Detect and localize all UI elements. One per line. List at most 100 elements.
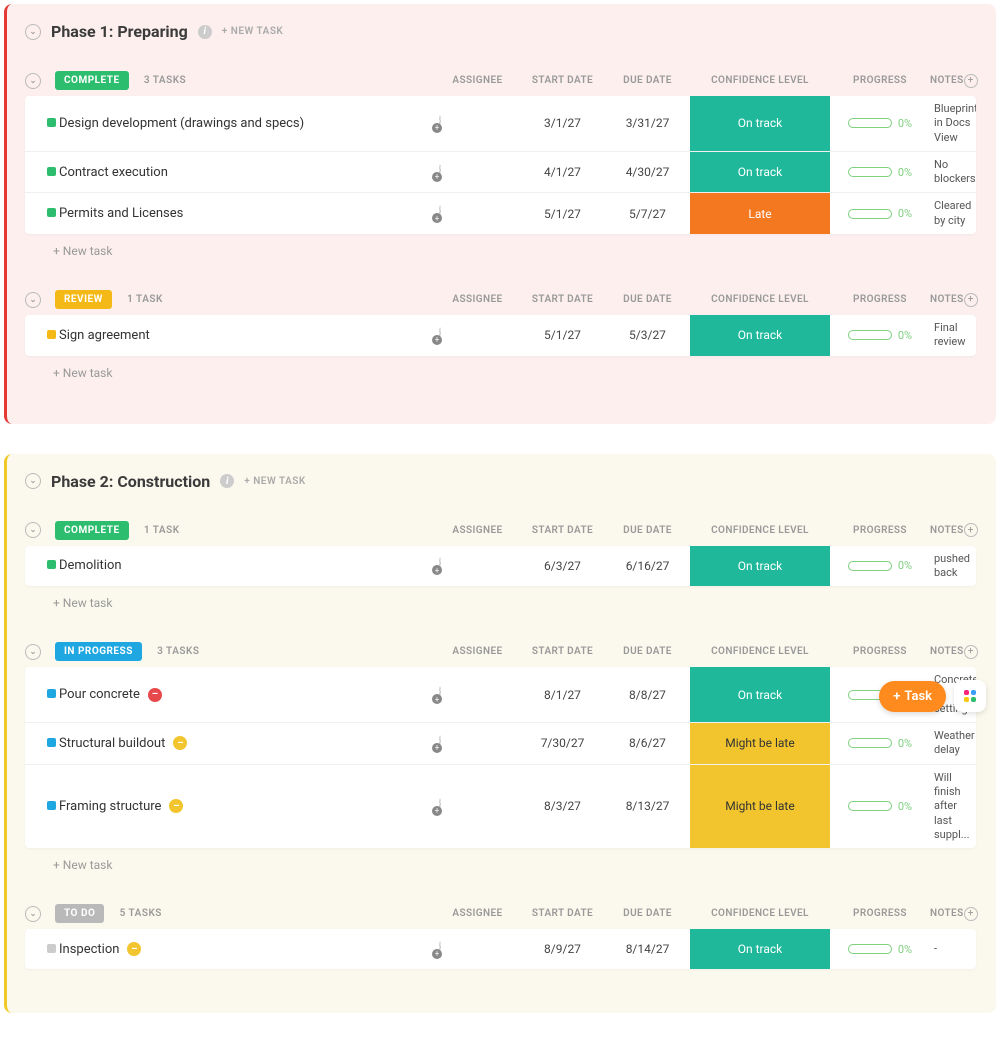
fab-apps-button[interactable] xyxy=(954,680,986,712)
status-badge[interactable]: IN PROGRESS xyxy=(55,642,142,661)
task-name[interactable]: Demolition xyxy=(55,552,435,579)
start-date[interactable]: 3/1/27 xyxy=(520,110,605,136)
task-name[interactable]: Pour concrete – xyxy=(55,681,435,708)
task-name[interactable]: Framing structure – xyxy=(55,793,435,820)
progress-cell[interactable]: 0% xyxy=(830,201,930,226)
start-date[interactable]: 8/1/27 xyxy=(520,682,605,708)
new-task-button[interactable]: + New task xyxy=(25,356,976,380)
new-task-phase-button[interactable]: + NEW TASK xyxy=(222,26,284,37)
status-badge[interactable]: TO DO xyxy=(55,904,104,923)
due-date[interactable]: 8/6/27 xyxy=(605,730,690,756)
info-icon[interactable]: i xyxy=(198,25,212,39)
assignee-avatar[interactable] xyxy=(439,115,441,132)
assignee-avatar[interactable] xyxy=(439,557,441,574)
notes-cell[interactable]: Weather delay xyxy=(930,723,976,764)
new-task-button[interactable]: + New task xyxy=(25,848,976,872)
due-date[interactable]: 6/16/27 xyxy=(605,553,690,579)
confidence-cell[interactable]: Might be late xyxy=(690,765,830,848)
add-column-button[interactable]: + xyxy=(964,74,978,88)
chevron-down-icon[interactable]: ⌄ xyxy=(25,906,41,922)
progress-cell[interactable]: 0% xyxy=(830,323,930,348)
assignee-avatar[interactable] xyxy=(439,941,441,958)
task-name[interactable]: Inspection – xyxy=(55,936,435,963)
task-name[interactable]: Design development (drawings and specs) xyxy=(55,110,435,137)
confidence-cell[interactable]: On track xyxy=(690,929,830,969)
notes-cell[interactable]: Will finish after last suppl... xyxy=(930,765,975,848)
confidence-cell[interactable]: Late xyxy=(690,193,830,234)
start-date[interactable]: 7/30/27 xyxy=(520,730,605,756)
progress-cell[interactable]: 0% xyxy=(830,794,930,819)
task-name[interactable]: Structural buildout – xyxy=(55,730,435,757)
col-progress: PROGRESS xyxy=(830,75,930,86)
due-date[interactable]: 5/7/27 xyxy=(605,201,690,227)
confidence-cell[interactable]: On track xyxy=(690,667,830,722)
add-column-button[interactable]: + xyxy=(964,523,978,537)
due-date[interactable]: 5/3/27 xyxy=(605,322,690,348)
notes-cell[interactable]: No blockers xyxy=(930,152,976,193)
status-badge[interactable]: COMPLETE xyxy=(55,71,129,90)
assignee-avatar[interactable] xyxy=(439,686,441,703)
confidence-cell[interactable]: Might be late xyxy=(690,723,830,764)
task-name[interactable]: Sign agreement xyxy=(55,322,435,349)
due-date[interactable]: 8/13/27 xyxy=(605,793,690,819)
progress-cell[interactable]: 0% xyxy=(830,553,930,578)
task-row[interactable]: Pour concrete – 8/1/27 8/8/27 On track 0… xyxy=(25,667,976,723)
start-date[interactable]: 4/1/27 xyxy=(520,159,605,185)
chevron-down-icon[interactable]: ⌄ xyxy=(25,522,41,538)
assignee-avatar[interactable] xyxy=(439,735,441,752)
chevron-down-icon[interactable]: ⌄ xyxy=(25,73,41,89)
task-row[interactable]: Contract execution 4/1/27 4/30/27 On tra… xyxy=(25,152,976,194)
notes-cell[interactable]: pushed back xyxy=(930,546,976,587)
notes-cell[interactable]: Final review xyxy=(930,315,972,356)
col-notes: NOTES xyxy=(930,646,964,657)
confidence-cell[interactable]: On track xyxy=(690,546,830,587)
col-assignee: ASSIGNEE xyxy=(435,525,520,536)
chevron-down-icon[interactable]: ⌄ xyxy=(25,24,41,40)
task-row[interactable]: Design development (drawings and specs) … xyxy=(25,96,976,152)
due-date[interactable]: 8/8/27 xyxy=(605,682,690,708)
start-date[interactable]: 5/1/27 xyxy=(520,201,605,227)
confidence-cell[interactable]: On track xyxy=(690,96,830,151)
task-row[interactable]: Inspection – 8/9/27 8/14/27 On track 0% … xyxy=(25,929,976,969)
task-row[interactable]: Permits and Licenses 5/1/27 5/7/27 Late … xyxy=(25,193,976,234)
notes-cell[interactable]: - xyxy=(930,936,952,962)
chevron-down-icon[interactable]: ⌄ xyxy=(25,292,41,308)
start-date[interactable]: 8/3/27 xyxy=(520,793,605,819)
task-row[interactable]: Framing structure – 8/3/27 8/13/27 Might… xyxy=(25,765,976,848)
due-date[interactable]: 3/31/27 xyxy=(605,110,690,136)
due-date[interactable]: 4/30/27 xyxy=(605,159,690,185)
progress-cell[interactable]: 0% xyxy=(830,111,930,136)
start-date[interactable]: 5/1/27 xyxy=(520,322,605,348)
assignee-avatar[interactable] xyxy=(439,164,441,181)
progress-cell[interactable]: 0% xyxy=(830,160,930,185)
add-column-button[interactable]: + xyxy=(964,293,978,307)
task-row[interactable]: Demolition 6/3/27 6/16/27 On track 0% pu… xyxy=(25,546,976,587)
start-date[interactable]: 8/9/27 xyxy=(520,936,605,962)
assignee-avatar[interactable] xyxy=(439,205,441,222)
new-task-button[interactable]: + New task xyxy=(25,234,976,258)
task-name[interactable]: Permits and Licenses xyxy=(55,200,435,227)
start-date[interactable]: 6/3/27 xyxy=(520,553,605,579)
add-column-button[interactable]: + xyxy=(964,907,978,921)
notes-cell[interactable]: Blueprint in Docs View xyxy=(930,96,976,151)
confidence-cell[interactable]: On track xyxy=(690,152,830,193)
chevron-down-icon[interactable]: ⌄ xyxy=(25,644,41,660)
confidence-cell[interactable]: On track xyxy=(690,315,830,356)
progress-cell[interactable]: 0% xyxy=(830,731,930,756)
status-badge[interactable]: COMPLETE xyxy=(55,521,129,540)
progress-cell[interactable]: 0% xyxy=(830,937,930,962)
new-task-phase-button[interactable]: + NEW TASK xyxy=(244,476,306,487)
fab-task-button[interactable]: + Task xyxy=(879,681,946,712)
new-task-button[interactable]: + New task xyxy=(25,586,976,610)
task-row[interactable]: Structural buildout – 7/30/27 8/6/27 Mig… xyxy=(25,723,976,765)
chevron-down-icon[interactable]: ⌄ xyxy=(25,473,41,489)
task-row[interactable]: Sign agreement 5/1/27 5/3/27 On track 0%… xyxy=(25,315,976,356)
assignee-avatar[interactable] xyxy=(439,327,441,344)
due-date[interactable]: 8/14/27 xyxy=(605,936,690,962)
notes-cell[interactable]: Cleared by city xyxy=(930,193,976,234)
info-icon[interactable]: i xyxy=(220,474,234,488)
assignee-avatar[interactable] xyxy=(439,798,441,815)
add-column-button[interactable]: + xyxy=(964,645,978,659)
task-name[interactable]: Contract execution xyxy=(55,159,435,186)
status-badge[interactable]: REVIEW xyxy=(55,290,112,309)
